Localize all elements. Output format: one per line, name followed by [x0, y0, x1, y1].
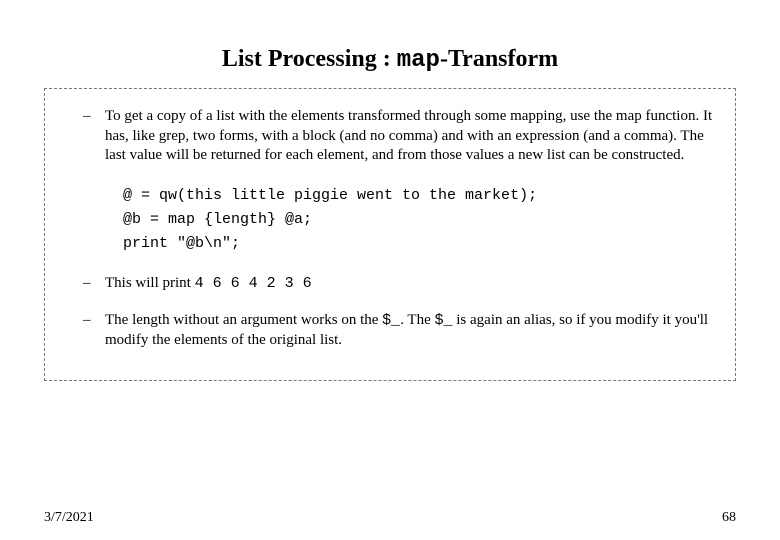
bullet-dash: –	[65, 107, 105, 166]
title-mono: map	[397, 47, 440, 74]
slide: List Processing : map-Transform – To get…	[0, 0, 780, 540]
code-block: @ = qw(this little piggie went to the ma…	[123, 184, 715, 256]
bullet-3: – The length without an argument works o…	[65, 311, 715, 350]
bullet-1: – To get a copy of a list with the eleme…	[65, 107, 715, 166]
content-box: – To get a copy of a list with the eleme…	[44, 88, 736, 381]
title-prefix: List Processing :	[222, 46, 397, 72]
b3-m2: $_	[435, 312, 453, 329]
b3-m1: $_	[382, 312, 400, 329]
slide-title: List Processing : map-Transform	[0, 0, 780, 88]
b3-p1: The length without an argument works on …	[105, 312, 382, 328]
title-suffix: -Transform	[440, 46, 558, 72]
bullet-2-text: This will print 4 6 6 4 2 3 6	[105, 274, 715, 294]
footer-date: 3/7/2021	[44, 510, 94, 526]
bullet-2: – This will print 4 6 6 4 2 3 6	[65, 274, 715, 294]
bullet-dash: –	[65, 311, 105, 350]
bullet-3-text: The length without an argument works on …	[105, 311, 715, 350]
footer: 3/7/2021 68	[44, 510, 736, 526]
bullet-2-mono: 4 6 6 4 2 3 6	[195, 275, 312, 292]
b3-p2: . The	[400, 312, 434, 328]
footer-page: 68	[722, 510, 736, 526]
bullet-dash: –	[65, 274, 105, 294]
bullet-1-text: To get a copy of a list with the element…	[105, 107, 715, 166]
bullet-2-prefix: This will print	[105, 275, 195, 291]
